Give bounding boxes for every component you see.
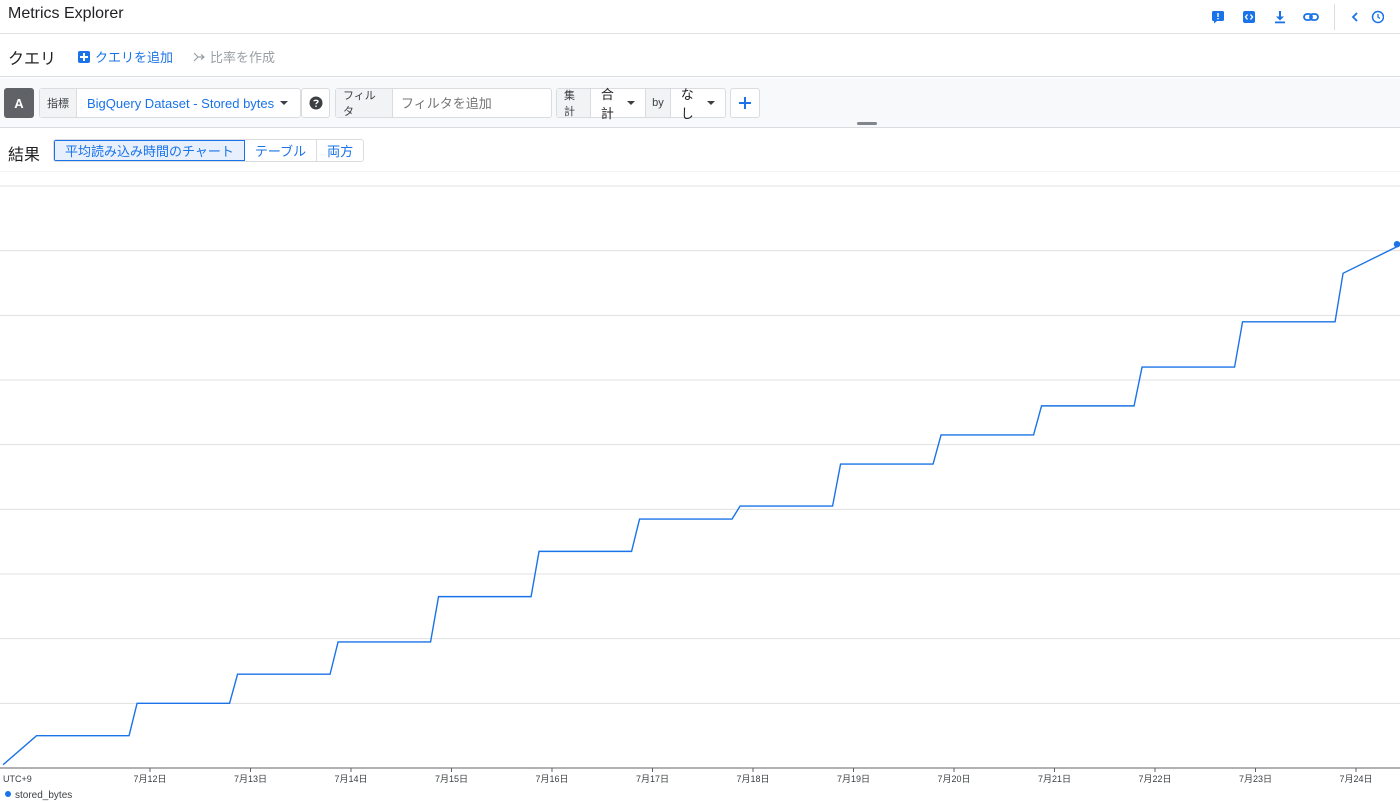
- add-box-icon: [78, 50, 90, 63]
- merge-arrow-icon: [193, 52, 205, 61]
- timezone-label: UTC+9: [3, 774, 32, 784]
- aggregation-dropdown[interactable]: 合計: [591, 87, 645, 121]
- tab-chart[interactable]: 平均読み込み時間のチャート: [54, 140, 245, 161]
- legend-item-stored-bytes[interactable]: stored_bytes: [15, 790, 72, 801]
- x-tick-label: 7月12日: [133, 774, 166, 784]
- create-ratio-label: 比率を作成: [210, 50, 276, 65]
- x-tick-label: 7月13日: [234, 774, 267, 784]
- filter-input[interactable]: [393, 89, 551, 117]
- legend-swatch: [5, 791, 11, 797]
- metric-value: BigQuery Dataset - Stored bytes: [87, 95, 275, 111]
- group-by-value: なし: [680, 87, 694, 121]
- aggregation-value: 合計: [600, 87, 614, 121]
- x-axis: UTC+9 7月12日 7月13日 7月14日 7月15日 7月16日 7月17日 7月18…: [0, 767, 1400, 784]
- metric-selector[interactable]: 指標 BigQuery Dataset - Stored bytes: [39, 88, 301, 118]
- query-section-label: クエリ: [8, 51, 57, 68]
- x-tick-label: 7月19日: [837, 774, 870, 784]
- aggregation-control: 集計 合計 by なし: [556, 87, 726, 121]
- series-end-point[interactable]: [1393, 241, 1400, 248]
- plus-icon: [739, 97, 751, 109]
- download-icon[interactable]: [1264, 0, 1295, 34]
- metric-help-button[interactable]: [301, 88, 330, 118]
- create-ratio-button[interactable]: 比率を作成: [193, 47, 275, 66]
- feedback-icon[interactable]: [1202, 0, 1233, 34]
- aggregation-label: 集計: [557, 89, 591, 118]
- chart-legend: stored_bytes: [5, 790, 72, 801]
- results-header: 結果 平均読み込み時間のチャート テーブル 両方: [0, 130, 1400, 172]
- query-header: クエリ クエリを追加 比率を作成: [0, 34, 1400, 77]
- chevron-left-icon[interactable]: [1339, 0, 1370, 34]
- chevron-down-icon: [627, 101, 636, 105]
- x-tick-label: 7月17日: [636, 774, 669, 784]
- top-actions: [1202, 0, 1400, 34]
- chevron-down-icon: [707, 101, 715, 105]
- add-operation-button[interactable]: [730, 88, 760, 118]
- chevron-down-icon: [280, 101, 289, 105]
- x-tick-label: 7月21日: [1038, 774, 1071, 784]
- x-tick-label: 7月22日: [1138, 774, 1171, 784]
- query-builder: A 指標 BigQuery Dataset - Stored bytes フィル…: [0, 78, 1400, 128]
- add-query-label: クエリを追加: [95, 50, 174, 65]
- code-icon[interactable]: [1233, 0, 1264, 34]
- results-view-tabs: 平均読み込み時間のチャート テーブル 両方: [53, 139, 365, 162]
- x-tick-label: 7月23日: [1239, 774, 1272, 784]
- link-icon[interactable]: [1295, 0, 1326, 34]
- add-query-button[interactable]: クエリを追加: [78, 47, 173, 66]
- metric-dropdown[interactable]: BigQuery Dataset - Stored bytes: [77, 89, 298, 117]
- top-bar: Metrics Explorer: [0, 0, 1400, 34]
- metric-chart[interactable]: UTC+9 7月12日 7月13日 7月14日 7月15日 7月16日 7月17日 7月18…: [0, 172, 1400, 803]
- toolbar-divider: [1334, 4, 1335, 30]
- resize-handle[interactable]: [857, 122, 877, 125]
- help-icon: [309, 96, 322, 110]
- app-title: Metrics Explorer: [8, 5, 124, 22]
- filter-control: フィルタ: [335, 88, 552, 118]
- clock-icon[interactable]: [1370, 0, 1400, 34]
- tab-table[interactable]: テーブル: [244, 140, 318, 161]
- chart-series: [2, 241, 1400, 766]
- filter-label: フィルタ: [336, 89, 393, 118]
- query-letter-badge[interactable]: A: [4, 88, 34, 118]
- metric-label: 指標: [40, 89, 77, 117]
- x-tick-label: 7月15日: [435, 774, 468, 784]
- chart-grid: [0, 185, 1400, 704]
- x-tick-label: 7月24日: [1339, 774, 1372, 784]
- results-label: 結果: [8, 147, 41, 164]
- series-line-stored-bytes[interactable]: [2, 244, 1400, 766]
- tab-both[interactable]: 両方: [317, 140, 364, 161]
- x-tick-label: 7月18日: [736, 774, 769, 784]
- group-by-dropdown[interactable]: なし: [671, 87, 725, 121]
- x-tick-label: 7月14日: [334, 774, 367, 784]
- by-label: by: [645, 89, 671, 117]
- x-tick-label: 7月16日: [535, 774, 568, 784]
- x-tick-label: 7月20日: [937, 774, 970, 784]
